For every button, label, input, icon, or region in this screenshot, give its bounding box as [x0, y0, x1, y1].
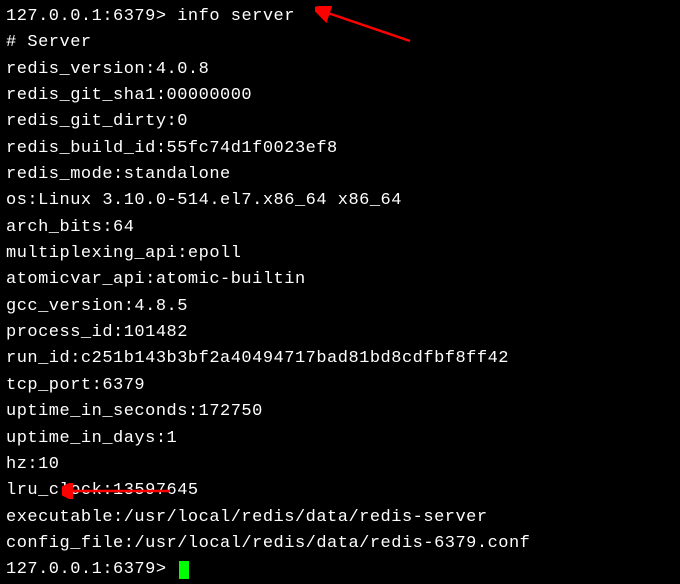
prompt-line[interactable]: 127.0.0.1:6379> — [6, 557, 674, 583]
info-redis-build-id: redis_build_id:55fc74d1f0023ef8 — [6, 136, 674, 162]
info-process-id: process_id:101482 — [6, 320, 674, 346]
info-uptime-days: uptime_in_days:1 — [6, 426, 674, 452]
command-line: 127.0.0.1:6379> info server — [6, 4, 674, 30]
prompt: 127.0.0.1:6379> — [6, 7, 177, 26]
info-tcp-port: tcp_port:6379 — [6, 373, 674, 399]
prompt: 127.0.0.1:6379> — [6, 560, 177, 579]
info-arch-bits: arch_bits:64 — [6, 215, 674, 241]
info-uptime-seconds: uptime_in_seconds:172750 — [6, 399, 674, 425]
info-atomicvar-api: atomicvar_api:atomic-builtin — [6, 267, 674, 293]
info-run-id: run_id:c251b143b3bf2a40494717bad81bd8cdf… — [6, 346, 674, 372]
info-redis-mode: redis_mode:standalone — [6, 162, 674, 188]
info-os: os:Linux 3.10.0-514.el7.x86_64 x86_64 — [6, 188, 674, 214]
info-hz: hz:10 — [6, 452, 674, 478]
info-gcc-version: gcc_version:4.8.5 — [6, 294, 674, 320]
info-redis-git-sha1: redis_git_sha1:00000000 — [6, 83, 674, 109]
info-config-file: config_file:/usr/local/redis/data/redis-… — [6, 531, 674, 557]
info-redis-version: redis_version:4.0.8 — [6, 57, 674, 83]
info-executable: executable:/usr/local/redis/data/redis-s… — [6, 505, 674, 531]
info-multiplexing-api: multiplexing_api:epoll — [6, 241, 674, 267]
info-lru-clock: lru_clock:13597645 — [6, 478, 674, 504]
section-header: # Server — [6, 30, 674, 56]
info-redis-git-dirty: redis_git_dirty:0 — [6, 109, 674, 135]
cursor-icon — [179, 561, 189, 579]
typed-command: info server — [177, 7, 295, 26]
terminal-output: 127.0.0.1:6379> info server # Server red… — [6, 4, 674, 584]
